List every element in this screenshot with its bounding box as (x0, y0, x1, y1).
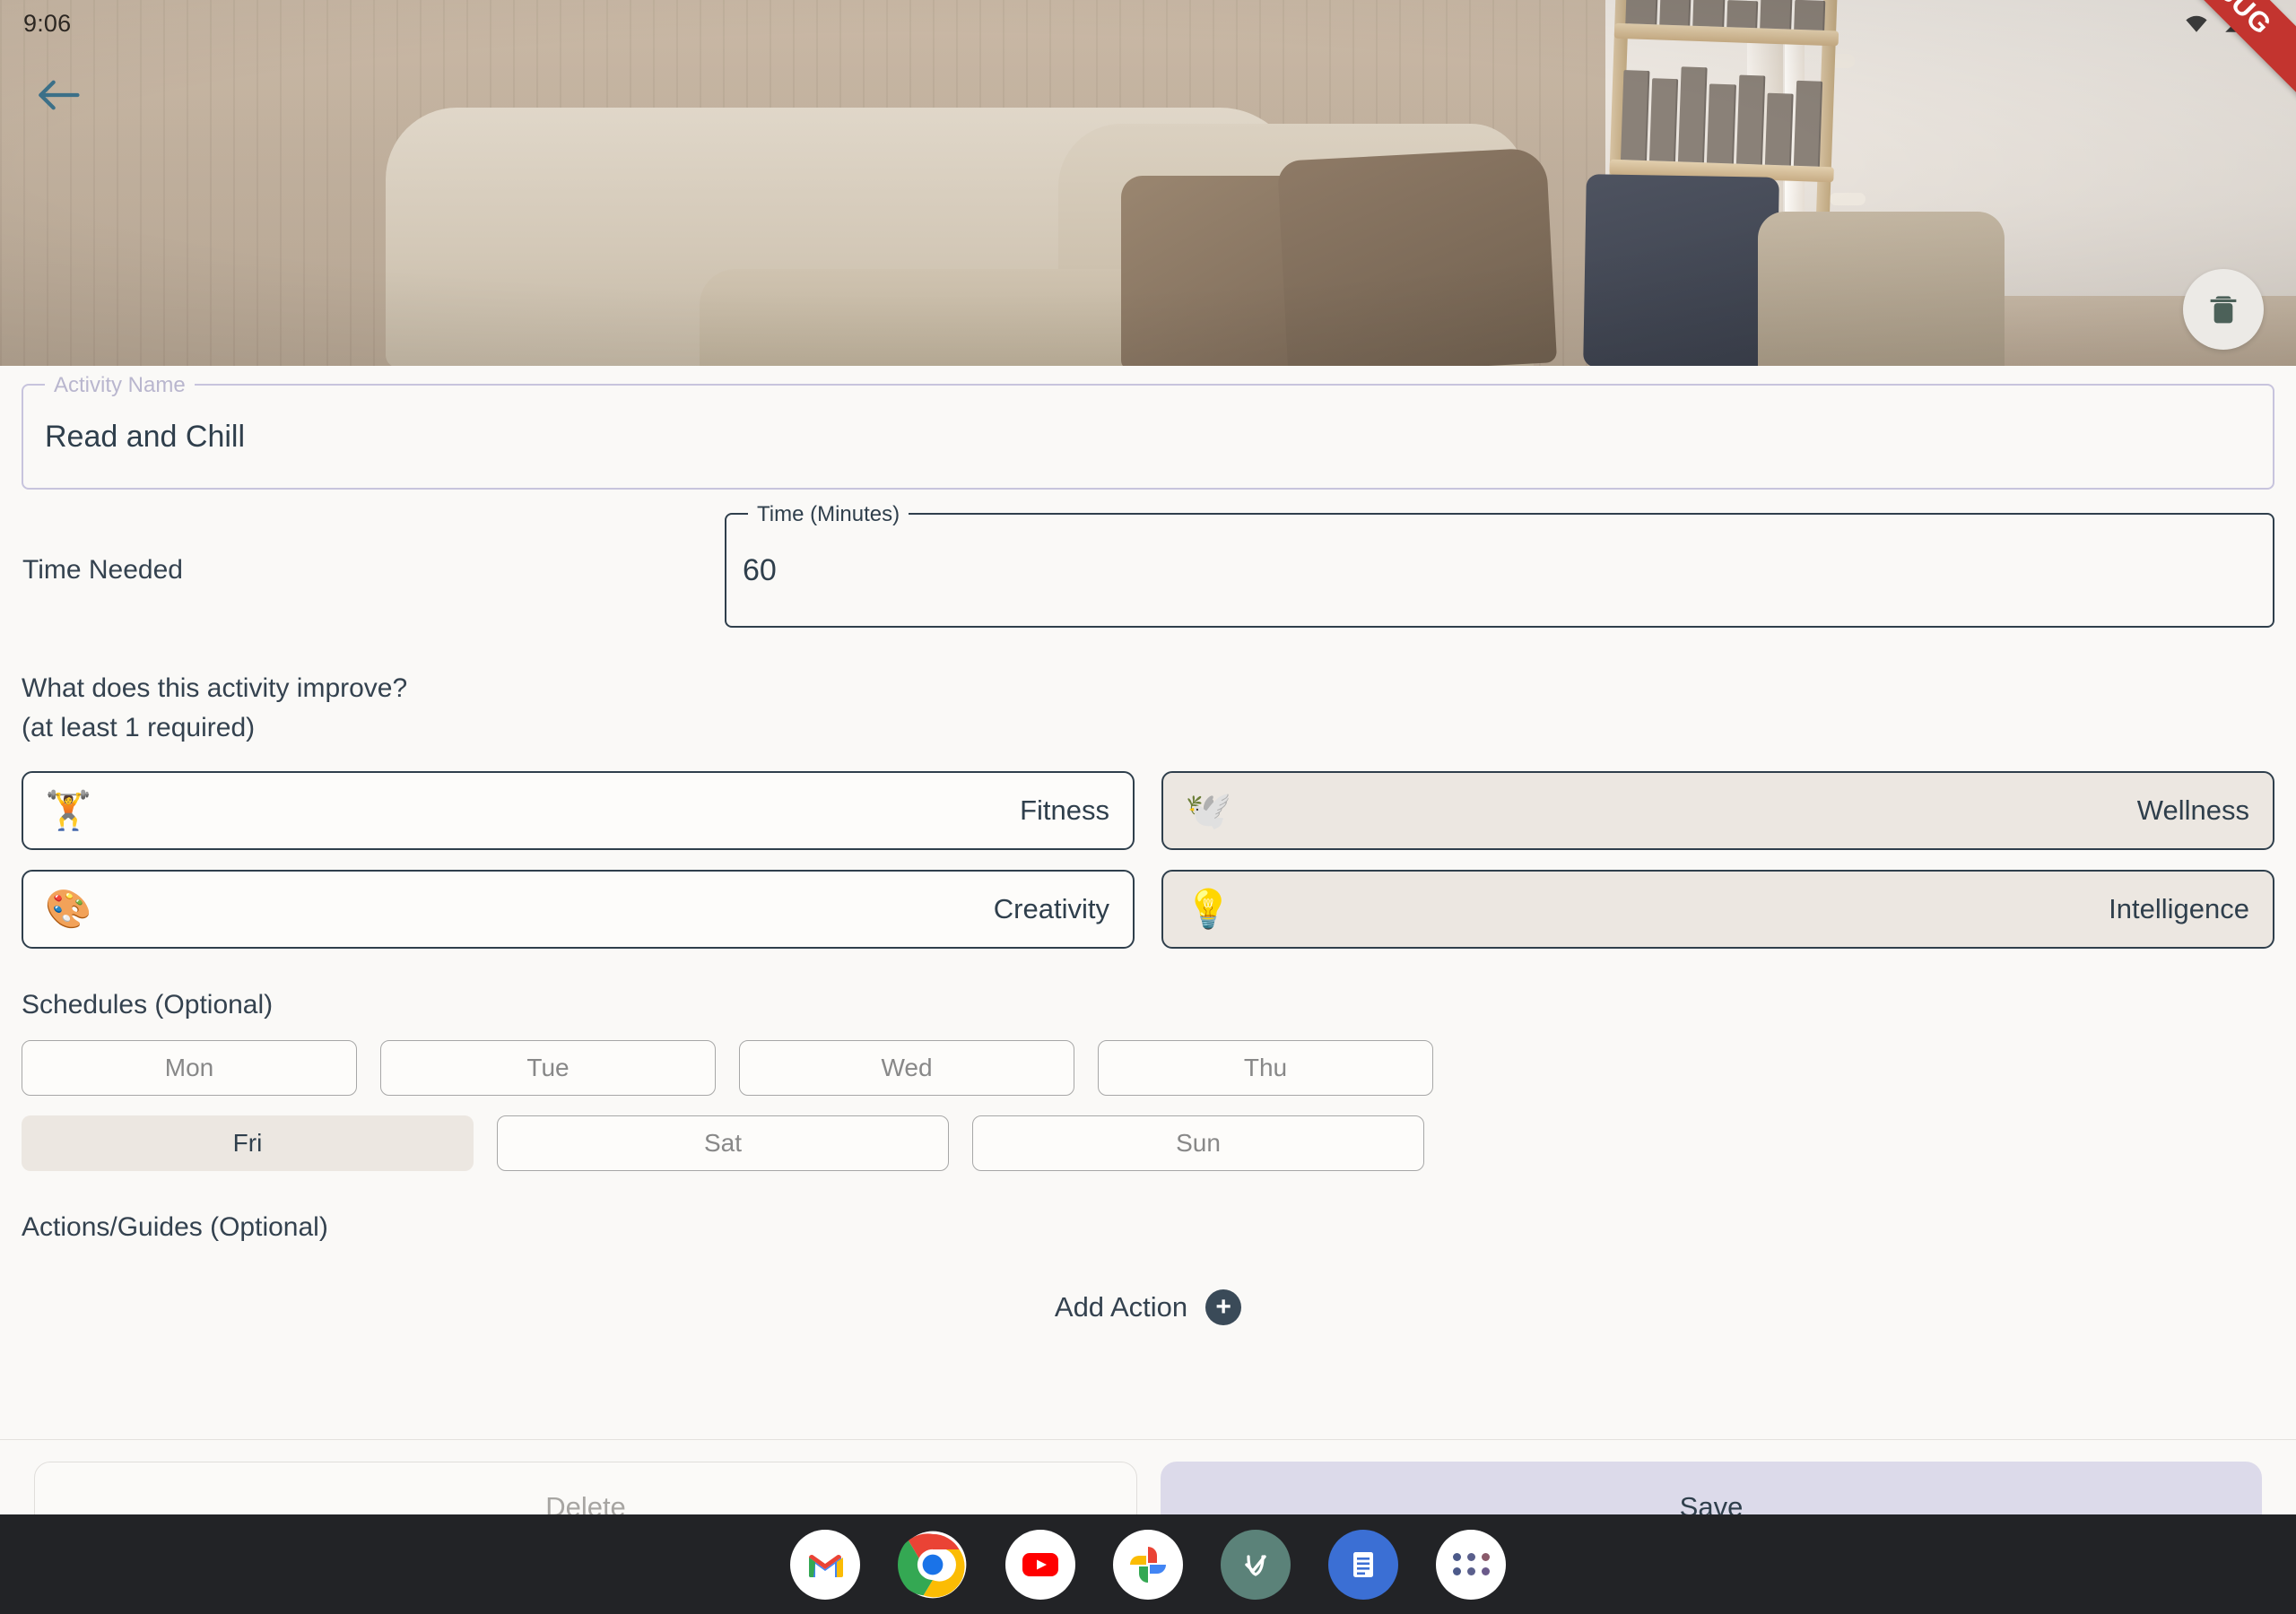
app-drawer-icon[interactable] (1436, 1529, 1506, 1600)
time-minutes-field[interactable]: Time (Minutes) 60 (725, 501, 2274, 628)
youtube-glyph (1022, 1552, 1058, 1576)
schedule-days-row-2: Fri Sat Sun (22, 1115, 2274, 1171)
trash-icon (2210, 296, 2237, 324)
check-glyph (1245, 1554, 1266, 1576)
improve-question-line2: (at least 1 required) (22, 713, 256, 742)
actions-title: Actions/Guides (Optional) (22, 1212, 328, 1242)
schedule-day-mon[interactable]: Mon (22, 1040, 357, 1096)
activity-hero-image[interactable] (0, 0, 2296, 366)
dove-icon: 🕊️ (1185, 789, 1232, 831)
schedule-days-row-1: Mon Tue Wed Thu (22, 1040, 2274, 1096)
habit-check-app-icon[interactable] (1221, 1529, 1291, 1600)
document-glyph (1353, 1551, 1373, 1577)
gmail-glyph (809, 1554, 843, 1577)
schedule-day-tue[interactable]: Tue (380, 1040, 716, 1096)
attribute-chip-fitness[interactable]: 🏋️ Fitness (22, 771, 1135, 850)
add-action-label: Add Action (1054, 1291, 1188, 1323)
gmail-icon[interactable] (790, 1529, 860, 1600)
chrome-icon[interactable] (898, 1530, 968, 1600)
back-arrow-icon (39, 80, 80, 110)
attribute-chip-wellness[interactable]: 🕊️ Wellness (1161, 771, 2274, 850)
system-taskbar (0, 1514, 2296, 1614)
delete-image-button[interactable] (2183, 269, 2264, 350)
activity-name-field[interactable]: Activity Name Read and Chill (22, 372, 2274, 490)
schedule-day-sun[interactable]: Sun (972, 1115, 1424, 1171)
schedule-day-wed[interactable]: Wed (739, 1040, 1074, 1096)
activity-name-label: Activity Name (45, 372, 195, 399)
time-needed-label: Time Needed (22, 555, 183, 585)
plus-circle-icon: + (1205, 1289, 1242, 1325)
attribute-chip-intelligence[interactable]: 💡 Intelligence (1161, 870, 2274, 949)
status-clock: 9:06 (23, 9, 72, 37)
activity-form: Activity Name Read and Chill Time Needed… (0, 366, 2296, 1444)
time-needed-row: Time Needed Time (Minutes) 60 (22, 501, 2274, 628)
time-minutes-input[interactable]: 60 (726, 515, 2273, 626)
app-drawer-dots (1452, 1553, 1490, 1575)
schedule-day-sat[interactable]: Sat (497, 1115, 949, 1171)
status-bar: 9:06 (0, 0, 2296, 47)
attribute-chip-label: Fitness (1020, 794, 1109, 826)
schedules-title: Schedules (Optional) (22, 990, 274, 1020)
activity-name-input[interactable]: Read and Chill (23, 386, 2273, 488)
youtube-icon[interactable] (1005, 1529, 1075, 1600)
schedule-day-thu[interactable]: Thu (1098, 1040, 1433, 1096)
dumbbell-icon: 🏋️ (45, 789, 92, 831)
activity-edit-screen: 9:06 DEBUG Activity Name R (0, 0, 2296, 1614)
google-photos-icon[interactable] (1113, 1529, 1183, 1600)
improve-question-line1: What does this activity improve? (22, 673, 408, 703)
add-action-button[interactable]: Add Action + (22, 1289, 2274, 1325)
attribute-chip-label: Creativity (993, 893, 1109, 924)
attribute-chip-label: Wellness (2136, 794, 2249, 826)
back-button[interactable] (25, 70, 91, 120)
google-photos-glyph (1130, 1546, 1166, 1583)
schedule-day-fri[interactable]: Fri (22, 1115, 474, 1171)
time-minutes-label: Time (Minutes) (748, 501, 909, 528)
hero-scene (0, 0, 2296, 366)
attribute-chip-label: Intelligence (2109, 893, 2249, 924)
attribute-chip-creativity[interactable]: 🎨 Creativity (22, 870, 1135, 949)
improve-question-block: What does this activity improve? (at lea… (22, 669, 2274, 748)
hero-vignette (0, 0, 2296, 366)
art-palette-icon: 🎨 (45, 888, 92, 930)
attribute-chip-grid: 🏋️ Fitness 🕊️ Wellness 🎨 Creativity 💡 In… (22, 771, 2274, 949)
lightbulb-icon: 💡 (1185, 888, 1232, 930)
chrome-glyph (898, 1531, 967, 1598)
docs-app-icon[interactable] (1328, 1529, 1398, 1600)
wifi-icon (2186, 15, 2207, 32)
